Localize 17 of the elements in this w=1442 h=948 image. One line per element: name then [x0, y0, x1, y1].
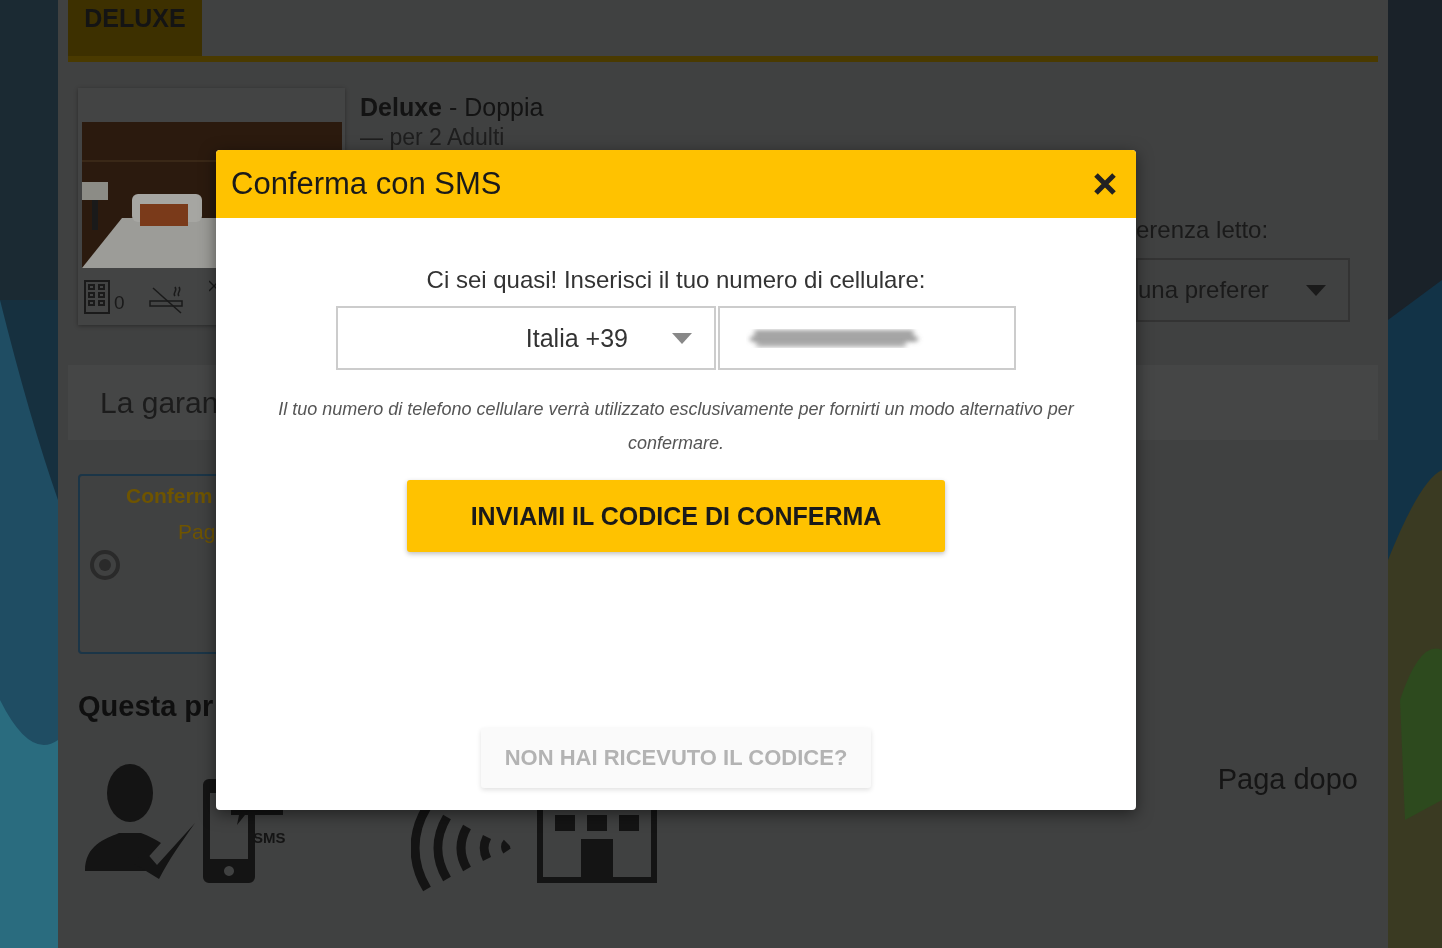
caret-icon	[672, 332, 692, 344]
option-subtitle: Pag	[177, 520, 217, 544]
cross-icon	[208, 280, 219, 292]
building-icon	[84, 280, 110, 314]
no-smoking-icon	[148, 284, 185, 314]
radio-button[interactable]	[90, 550, 120, 580]
privacy-note: Il tuo numero di telefono cellulare verrà utilizzato esclusivamente per fornirti un modo alternativo per confermare.	[277, 398, 1076, 455]
phone-field[interactable]	[718, 306, 1016, 370]
option-title: Conferm	[125, 484, 214, 508]
select-value: Italia +39	[525, 323, 628, 353]
prompt-text: Ci sei quasi! Inserisci il tuo numero di cellulare:	[426, 266, 926, 294]
resend-code-button[interactable]: NON HAI RICEVUTO IL CODICE?	[481, 728, 871, 788]
caret-icon	[1306, 284, 1326, 296]
dialog-title: Conferma con SMS	[231, 166, 502, 202]
close-button[interactable]	[1092, 171, 1118, 197]
country-select[interactable]: Italia +39	[336, 306, 716, 370]
send-code-button[interactable]: INVIAMI IL CODICE DI CONFERMA	[407, 480, 945, 552]
